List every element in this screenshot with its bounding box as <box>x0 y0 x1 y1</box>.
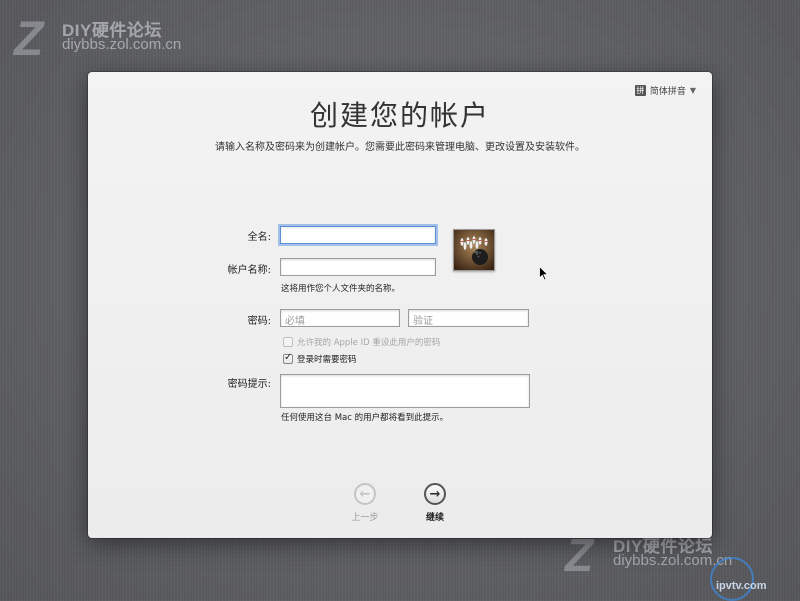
bowling-avatar-icon <box>454 230 494 270</box>
watermark-badge-ring <box>710 557 754 601</box>
setup-assistant-window: 拼 简体拼音 ▼ 创建您的帐户 请输入名称及密码来为创建帐户。您需要此密码来管理… <box>88 72 712 538</box>
password-hint-label: 密码提示: <box>227 379 271 390</box>
require-password-login-checkbox[interactable] <box>283 352 293 364</box>
user-picture-button[interactable] <box>453 229 495 271</box>
continue-button-label: 继续 <box>425 513 444 523</box>
continue-button[interactable]: → 继续 <box>410 483 460 523</box>
require-password-login-checkbox-row[interactable]: 登录时需要密码 <box>283 352 357 365</box>
password-hint-hint: 任何使用这台 Mac 的用户都将看到此提示。 <box>281 413 449 423</box>
mouse-pointer-icon <box>539 266 549 281</box>
password-label: 密码: <box>247 316 271 327</box>
password-hint-field[interactable] <box>280 374 530 408</box>
full-name-label: 全名: <box>247 232 271 243</box>
account-name-label: 帐户名称: <box>227 265 271 276</box>
require-password-login-label: 登录时需要密码 <box>297 355 357 365</box>
full-name-field[interactable] <box>280 226 436 244</box>
arrow-left-circle-icon: ← <box>354 483 376 505</box>
verify-password-field[interactable]: 验证 <box>408 309 529 327</box>
page-title: 创建您的帐户 <box>309 99 490 132</box>
watermark-site-url: diybbs.zol.com.cn <box>62 36 182 53</box>
back-button-label: 上一步 <box>351 513 379 523</box>
allow-apple-id-reset-checkbox[interactable] <box>283 337 293 347</box>
watermark-badge-text: ipvtv.com <box>716 580 767 592</box>
allow-apple-id-reset-label: 允许我的 Apple ID 重设此用户的密码 <box>297 338 441 348</box>
password-field[interactable]: 必填 <box>280 309 400 327</box>
allow-apple-id-reset-checkbox-row[interactable]: 允许我的 Apple ID 重设此用户的密码 <box>283 336 440 348</box>
watermark-top: Z DIY硬件论坛 diybbs.zol.com.cn <box>14 12 214 68</box>
watermark-logo: Z <box>14 13 44 66</box>
account-name-hint: 这将用作您个人文件夹的名称。 <box>281 284 401 294</box>
page-subtitle: 请输入名称及密码来为创建帐户。您需要此密码来管理电脑、更改设置及安装软件。 <box>215 142 585 153</box>
account-name-field[interactable] <box>280 258 436 276</box>
arrow-right-circle-icon: → <box>424 483 446 505</box>
back-button[interactable]: ← 上一步 <box>340 483 390 523</box>
